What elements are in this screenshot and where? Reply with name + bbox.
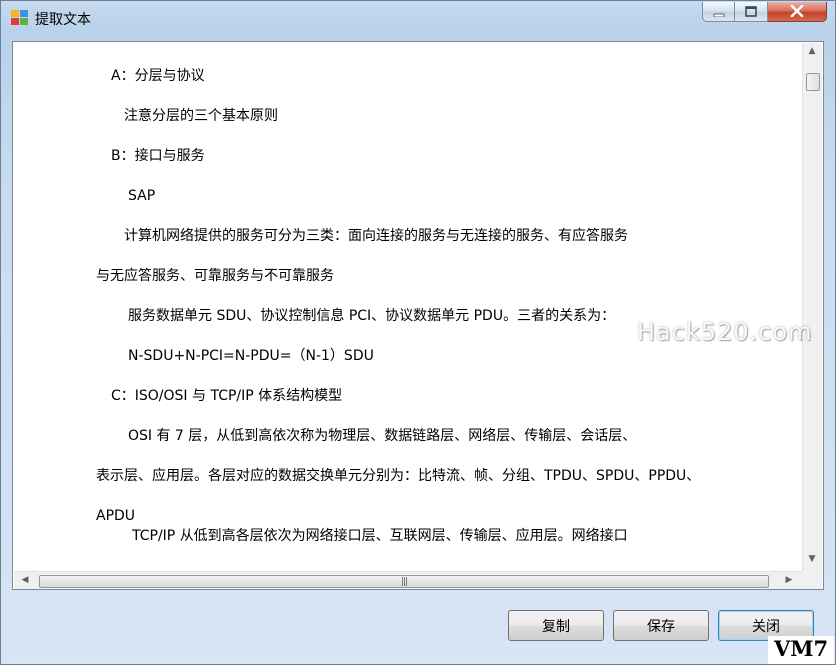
puzzle-app-icon <box>11 10 29 26</box>
content-line: C：ISO/OSI 与 TCP/IP 体系结构模型 <box>111 388 343 404</box>
close-window-button[interactable] <box>768 2 827 22</box>
maximize-button[interactable] <box>735 2 768 22</box>
scroll-up-icon[interactable]: ▲ <box>803 43 821 59</box>
watermark-text: Hack520.com <box>637 318 813 346</box>
minimize-button[interactable] <box>702 2 735 22</box>
scroll-down-icon[interactable]: ▼ <box>803 551 821 567</box>
title-bar[interactable]: 提取文本 <box>1 1 835 33</box>
content-line: B：接口与服务 <box>111 148 205 164</box>
content-line: 计算机网络提供的服务可分为三类：面向连接的服务与无连接的服务、有应答服务 <box>124 228 628 244</box>
maximize-icon <box>745 2 757 21</box>
scrollbar-corner <box>802 571 822 589</box>
horizontal-scroll-thumb[interactable]: ||| <box>39 575 769 588</box>
copy-button[interactable]: 复制 <box>508 610 604 641</box>
content-line: SAP <box>128 188 156 204</box>
save-button[interactable]: 保存 <box>613 610 709 641</box>
horizontal-scrollbar[interactable]: ◀ ||| ▶ <box>14 571 802 589</box>
content-line: OSI 有 7 层，从低到高依次称为物理层、数据链路层、网络层、传输层、会话层、 <box>128 428 637 444</box>
vertical-scroll-thumb[interactable] <box>806 73 820 91</box>
scroll-left-icon[interactable]: ◀ <box>16 572 34 588</box>
content-line: 表示层、应用层。各层对应的数据交换单元分别为：比特流、帧、分组、TPDU、SPD… <box>96 468 701 484</box>
vm7-logo: VM7 <box>768 636 834 664</box>
content-line: 服务数据单元 SDU、协议控制信息 PCI、协议数据单元 PDU。三者的关系为： <box>128 308 616 324</box>
text-content-area[interactable]: A：分层与协议 注意分层的三个基本原则 B：接口与服务 SAP 计算机网络提供的… <box>13 42 797 571</box>
close-icon <box>790 2 804 21</box>
content-line: APDU <box>96 508 136 524</box>
content-line: 与无应答服务、可靠服务与不可靠服务 <box>96 268 334 284</box>
extract-text-window: 提取文本 A：分层与协议 注意分层的三个基本原则 B：接口与服务 SAP 计算机… <box>0 0 836 665</box>
content-line: TCP/IP 从低到高各层依次为网络接口层、互联网层、传输层、应用层。网络接口 <box>132 528 628 544</box>
text-content-frame: A：分层与协议 注意分层的三个基本原则 B：接口与服务 SAP 计算机网络提供的… <box>12 41 824 590</box>
content-line: 注意分层的三个基本原则 <box>124 108 278 124</box>
content-line: N-SDU+N-PCI=N-PDU=（N-1）SDU <box>128 348 374 364</box>
vertical-scrollbar[interactable]: ▲ ▼ <box>802 43 822 571</box>
minimize-icon <box>713 2 725 21</box>
content-line: A：分层与协议 <box>111 68 205 84</box>
scroll-right-icon[interactable]: ▶ <box>780 572 798 588</box>
window-title: 提取文本 <box>35 12 91 28</box>
